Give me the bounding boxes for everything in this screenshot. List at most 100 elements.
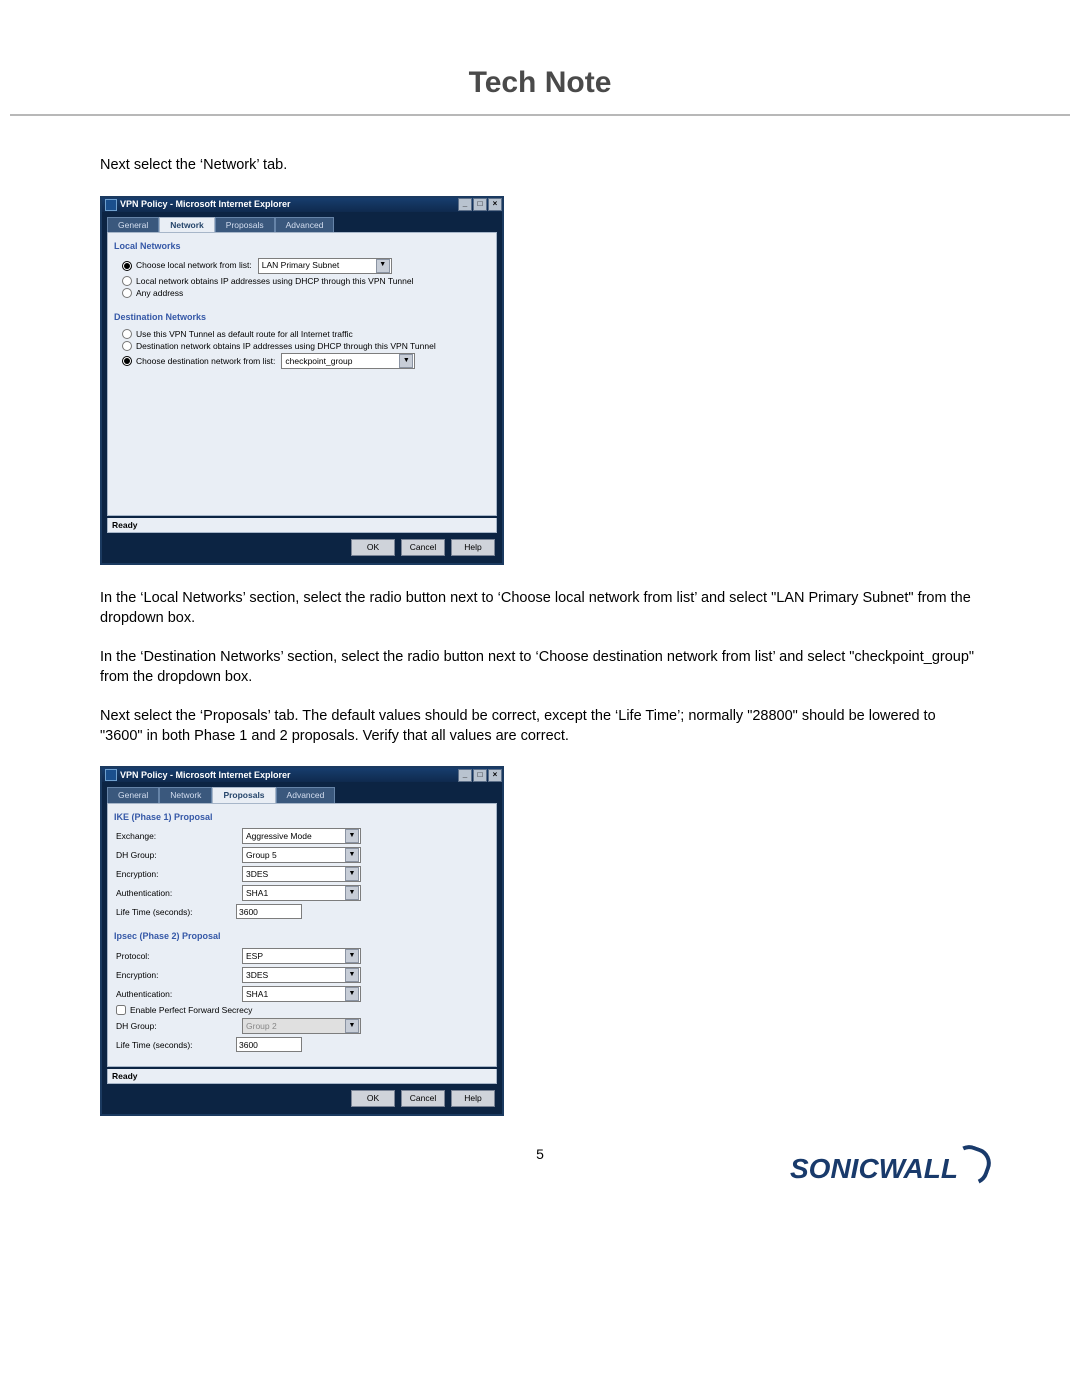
chevron-down-icon: ▼ — [345, 867, 359, 881]
choose-local-radio[interactable] — [122, 261, 132, 271]
maximize-button[interactable]: □ — [473, 198, 487, 211]
choose-dest-label: Choose destination network from list: — [136, 356, 275, 366]
titlebar: VPN Policy - Microsoft Internet Explorer… — [102, 198, 502, 212]
auth-dropdown[interactable]: SHA1 ▼ — [242, 885, 361, 901]
cancel-button[interactable]: Cancel — [401, 1090, 445, 1107]
phase2-heading: Ipsec (Phase 2) Proposal — [114, 931, 490, 942]
tabs: General Network Proposals Advanced — [107, 217, 497, 232]
close-button[interactable]: × — [488, 769, 502, 782]
encryption2-label: Encryption: — [116, 970, 236, 980]
dhgroup2-value: Group 2 — [244, 1021, 277, 1031]
network-panel: Local Networks Choose local network from… — [107, 232, 497, 516]
status-bar: Ready — [107, 518, 497, 533]
minimize-button[interactable]: _ — [458, 769, 472, 782]
tab-proposals[interactable]: Proposals — [212, 787, 275, 802]
tab-network[interactable]: Network — [159, 217, 215, 232]
window-title: VPN Policy - Microsoft Internet Explorer — [120, 770, 457, 781]
dest-dhcp-label: Destination network obtains IP addresses… — [136, 341, 436, 351]
instruction-paragraph-4: Next select the ‘Proposals’ tab. The def… — [100, 707, 980, 746]
chevron-down-icon: ▼ — [345, 848, 359, 862]
local-dhcp-radio[interactable] — [122, 276, 132, 286]
chevron-down-icon: ▼ — [345, 1019, 359, 1033]
window-title: VPN Policy - Microsoft Internet Explorer — [120, 199, 457, 210]
ie-icon — [105, 769, 117, 781]
any-address-radio[interactable] — [122, 288, 132, 298]
minimize-button[interactable]: _ — [458, 198, 472, 211]
dhgroup2-label: DH Group: — [116, 1021, 236, 1031]
auth-value: SHA1 — [244, 888, 268, 898]
auth-label: Authentication: — [116, 888, 236, 898]
tab-advanced[interactable]: Advanced — [276, 787, 336, 802]
page-header: Tech Note — [10, 0, 1070, 116]
choose-local-label: Choose local network from list: — [136, 260, 252, 270]
chevron-down-icon: ▼ — [376, 259, 390, 273]
dhgroup-dropdown[interactable]: Group 5 ▼ — [242, 847, 361, 863]
auth2-label: Authentication: — [116, 989, 236, 999]
chevron-down-icon: ▼ — [345, 829, 359, 843]
chevron-down-icon: ▼ — [345, 886, 359, 900]
instruction-paragraph-1: Next select the ‘Network’ tab. — [100, 156, 980, 176]
encryption-value: 3DES — [244, 869, 268, 879]
protocol-label: Protocol: — [116, 951, 236, 961]
help-button[interactable]: Help — [451, 539, 495, 556]
chevron-down-icon: ▼ — [345, 987, 359, 1001]
help-button[interactable]: Help — [451, 1090, 495, 1107]
chevron-down-icon: ▼ — [399, 354, 413, 368]
protocol-value: ESP — [244, 951, 263, 961]
proposals-panel: IKE (Phase 1) Proposal Exchange: Aggress… — [107, 803, 497, 1067]
dest-network-dropdown[interactable]: checkpoint_group ▼ — [281, 353, 415, 369]
dhgroup2-dropdown: Group 2 ▼ — [242, 1018, 361, 1034]
cancel-button[interactable]: Cancel — [401, 539, 445, 556]
default-route-label: Use this VPN Tunnel as default route for… — [136, 329, 353, 339]
instruction-paragraph-3: In the ‘Destination Networks’ section, s… — [100, 648, 980, 687]
encryption2-dropdown[interactable]: 3DES ▼ — [242, 967, 361, 983]
close-button[interactable]: × — [488, 198, 502, 211]
maximize-button[interactable]: □ — [473, 769, 487, 782]
dhgroup-value: Group 5 — [244, 850, 277, 860]
tabs: General Network Proposals Advanced — [107, 787, 497, 802]
dhgroup-label: DH Group: — [116, 850, 236, 860]
tab-general[interactable]: General — [107, 217, 159, 232]
status-bar: Ready — [107, 1069, 497, 1084]
local-network-dropdown[interactable]: LAN Primary Subnet ▼ — [258, 258, 392, 274]
chevron-down-icon: ▼ — [345, 968, 359, 982]
tab-advanced[interactable]: Advanced — [275, 217, 335, 232]
tab-network[interactable]: Network — [159, 787, 212, 802]
lifetime-input[interactable]: 3600 — [236, 904, 302, 919]
destination-networks-heading: Destination Networks — [114, 312, 490, 323]
ok-button[interactable]: OK — [351, 1090, 395, 1107]
page-number: 5 — [0, 1146, 1080, 1162]
exchange-dropdown[interactable]: Aggressive Mode ▼ — [242, 828, 361, 844]
phase1-heading: IKE (Phase 1) Proposal — [114, 812, 490, 823]
tab-general[interactable]: General — [107, 787, 159, 802]
pfs-label: Enable Perfect Forward Secrecy — [130, 1005, 252, 1015]
encryption2-value: 3DES — [244, 970, 268, 980]
encryption-label: Encryption: — [116, 869, 236, 879]
local-network-value: LAN Primary Subnet — [260, 260, 339, 270]
ok-button[interactable]: OK — [351, 539, 395, 556]
exchange-label: Exchange: — [116, 831, 236, 841]
chevron-down-icon: ▼ — [345, 949, 359, 963]
any-address-label: Any address — [136, 288, 183, 298]
ie-icon — [105, 199, 117, 211]
vpn-policy-window-proposals: VPN Policy - Microsoft Internet Explorer… — [100, 766, 504, 1115]
encryption-dropdown[interactable]: 3DES ▼ — [242, 866, 361, 882]
auth2-value: SHA1 — [244, 989, 268, 999]
pfs-checkbox[interactable] — [116, 1005, 126, 1015]
protocol-dropdown[interactable]: ESP ▼ — [242, 948, 361, 964]
dest-network-value: checkpoint_group — [283, 356, 352, 366]
auth2-dropdown[interactable]: SHA1 ▼ — [242, 986, 361, 1002]
lifetime2-input[interactable]: 3600 — [236, 1037, 302, 1052]
dest-dhcp-radio[interactable] — [122, 341, 132, 351]
titlebar: VPN Policy - Microsoft Internet Explorer… — [102, 768, 502, 782]
instruction-paragraph-2: In the ‘Local Networks’ section, select … — [100, 589, 980, 628]
local-dhcp-label: Local network obtains IP addresses using… — [136, 276, 414, 286]
lifetime-label: Life Time (seconds): — [116, 907, 236, 917]
tab-proposals[interactable]: Proposals — [215, 217, 275, 232]
choose-dest-radio[interactable] — [122, 356, 132, 366]
local-networks-heading: Local Networks — [114, 241, 490, 252]
vpn-policy-window-network: VPN Policy - Microsoft Internet Explorer… — [100, 196, 504, 565]
exchange-value: Aggressive Mode — [244, 831, 312, 841]
lifetime2-label: Life Time (seconds): — [116, 1040, 236, 1050]
default-route-radio[interactable] — [122, 329, 132, 339]
